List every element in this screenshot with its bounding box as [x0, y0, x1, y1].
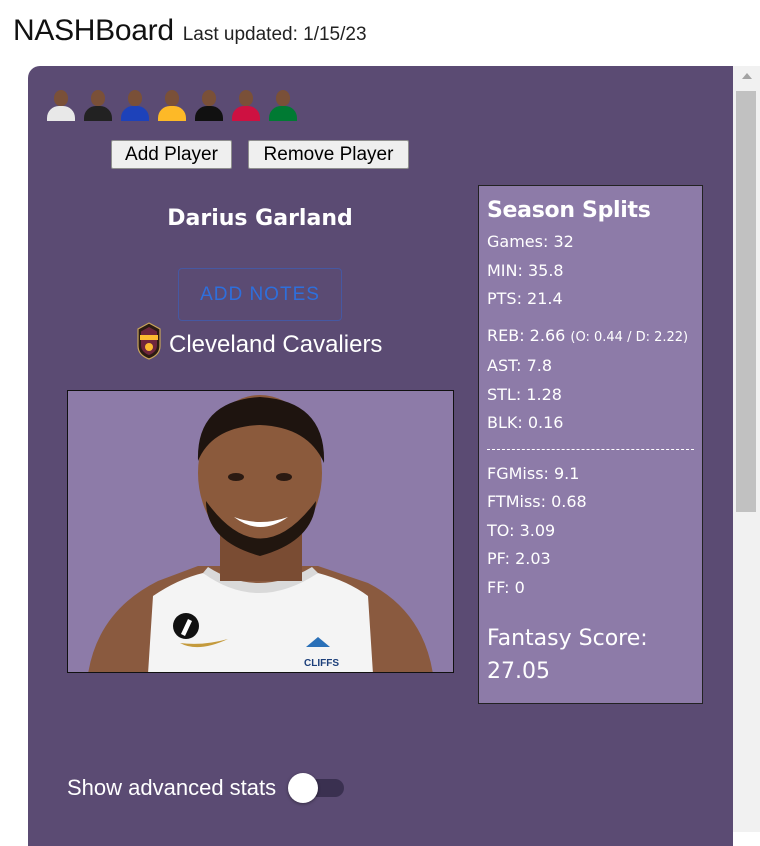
avatar-jersey — [121, 106, 149, 121]
avatar-head — [91, 90, 105, 106]
stat-games: Games: 32 — [487, 232, 574, 251]
stat-pts: PTS: 21.4 — [487, 289, 563, 308]
vertical-scrollbar[interactable] — [733, 66, 760, 832]
avatar-head — [128, 90, 142, 106]
stat-ftmiss: FTMiss: 0.68 — [487, 492, 587, 511]
avatar-jersey — [158, 106, 186, 121]
stat-blk: BLK: 0.16 — [487, 413, 564, 432]
avatar-jersey — [195, 106, 223, 121]
splits-divider — [487, 448, 694, 450]
stat-reb: REB: 2.66 (O: 0.44 / D: 2.22) — [487, 322, 694, 353]
player-avatar-4-icon[interactable] — [157, 88, 187, 122]
avatar-head — [165, 90, 179, 106]
season-splits-card: Season Splits Games: 32 MIN: 35.8 PTS: 2… — [478, 185, 703, 704]
stat-pf: PF: 2.03 — [487, 549, 551, 568]
player-avatar-2-icon[interactable] — [83, 88, 113, 122]
stat-ff: FF: 0 — [487, 577, 525, 597]
page-header: NASHBoard Last updated: 1/15/23 — [13, 14, 367, 48]
team-name: Cleveland Cavaliers — [169, 331, 383, 358]
avatar-jersey — [47, 106, 75, 121]
stat-reb-value: REB: 2.66 — [487, 325, 566, 345]
avatar-head — [202, 90, 216, 106]
stat-min: MIN: 35.8 — [487, 260, 564, 280]
scroll-thumb[interactable] — [736, 91, 756, 512]
player-avatar-6-icon[interactable] — [231, 88, 261, 122]
fantasy-score-value: 27.05 — [487, 659, 550, 684]
last-updated-text: Last updated: 1/15/23 — [182, 24, 367, 45]
roster-avatar-list — [46, 88, 298, 122]
avatar-jersey — [232, 106, 260, 121]
scroll-up-arrow-icon[interactable] — [742, 73, 752, 79]
remove-player-button[interactable]: Remove Player — [248, 140, 409, 169]
stat-to: TO: 3.09 — [487, 520, 556, 540]
app-title: NASHBoard — [13, 14, 174, 47]
advanced-stats-toggle[interactable] — [288, 772, 346, 804]
player-name: Darius Garland — [167, 206, 353, 231]
stat-ast: AST: 7.8 — [487, 356, 553, 375]
toggle-knob[interactable] — [288, 773, 319, 803]
team-info: Cleveland Cavaliers — [136, 322, 382, 360]
splits-title: Season Splits — [487, 198, 651, 223]
avatar-head — [239, 90, 253, 106]
player-headshot: CLIFFS — [67, 390, 454, 673]
player-photo: CLIFFS — [88, 395, 433, 672]
add-player-button[interactable]: Add Player — [111, 140, 232, 169]
stat-fgmiss: FGMiss: 9.1 — [487, 463, 580, 483]
fantasy-score-label: Fantasy Score: — [487, 626, 648, 651]
stat-stl: STL: 1.28 — [487, 384, 562, 404]
player-avatar-5-icon[interactable] — [194, 88, 224, 122]
avatar-jersey — [84, 106, 112, 121]
player-avatar-7-icon[interactable] — [268, 88, 298, 122]
add-notes-button[interactable]: ADD NOTES — [178, 268, 342, 321]
avatar-head — [54, 90, 68, 106]
player-avatar-1-icon[interactable] — [46, 88, 76, 122]
player-avatar-3-icon[interactable] — [120, 88, 150, 122]
jersey-sponsor-text: CLIFFS — [304, 658, 339, 669]
avatar-head — [276, 90, 290, 106]
stat-reb-detail: (O: 0.44 / D: 2.22) — [570, 329, 689, 345]
fantasy-score: Fantasy Score: 27.05 — [487, 622, 694, 688]
advanced-stats-label: Show advanced stats — [67, 775, 277, 800]
avatar-jersey — [269, 106, 297, 121]
cavaliers-logo-icon — [137, 322, 161, 360]
advanced-stats-row: Show advanced stats — [67, 772, 346, 804]
